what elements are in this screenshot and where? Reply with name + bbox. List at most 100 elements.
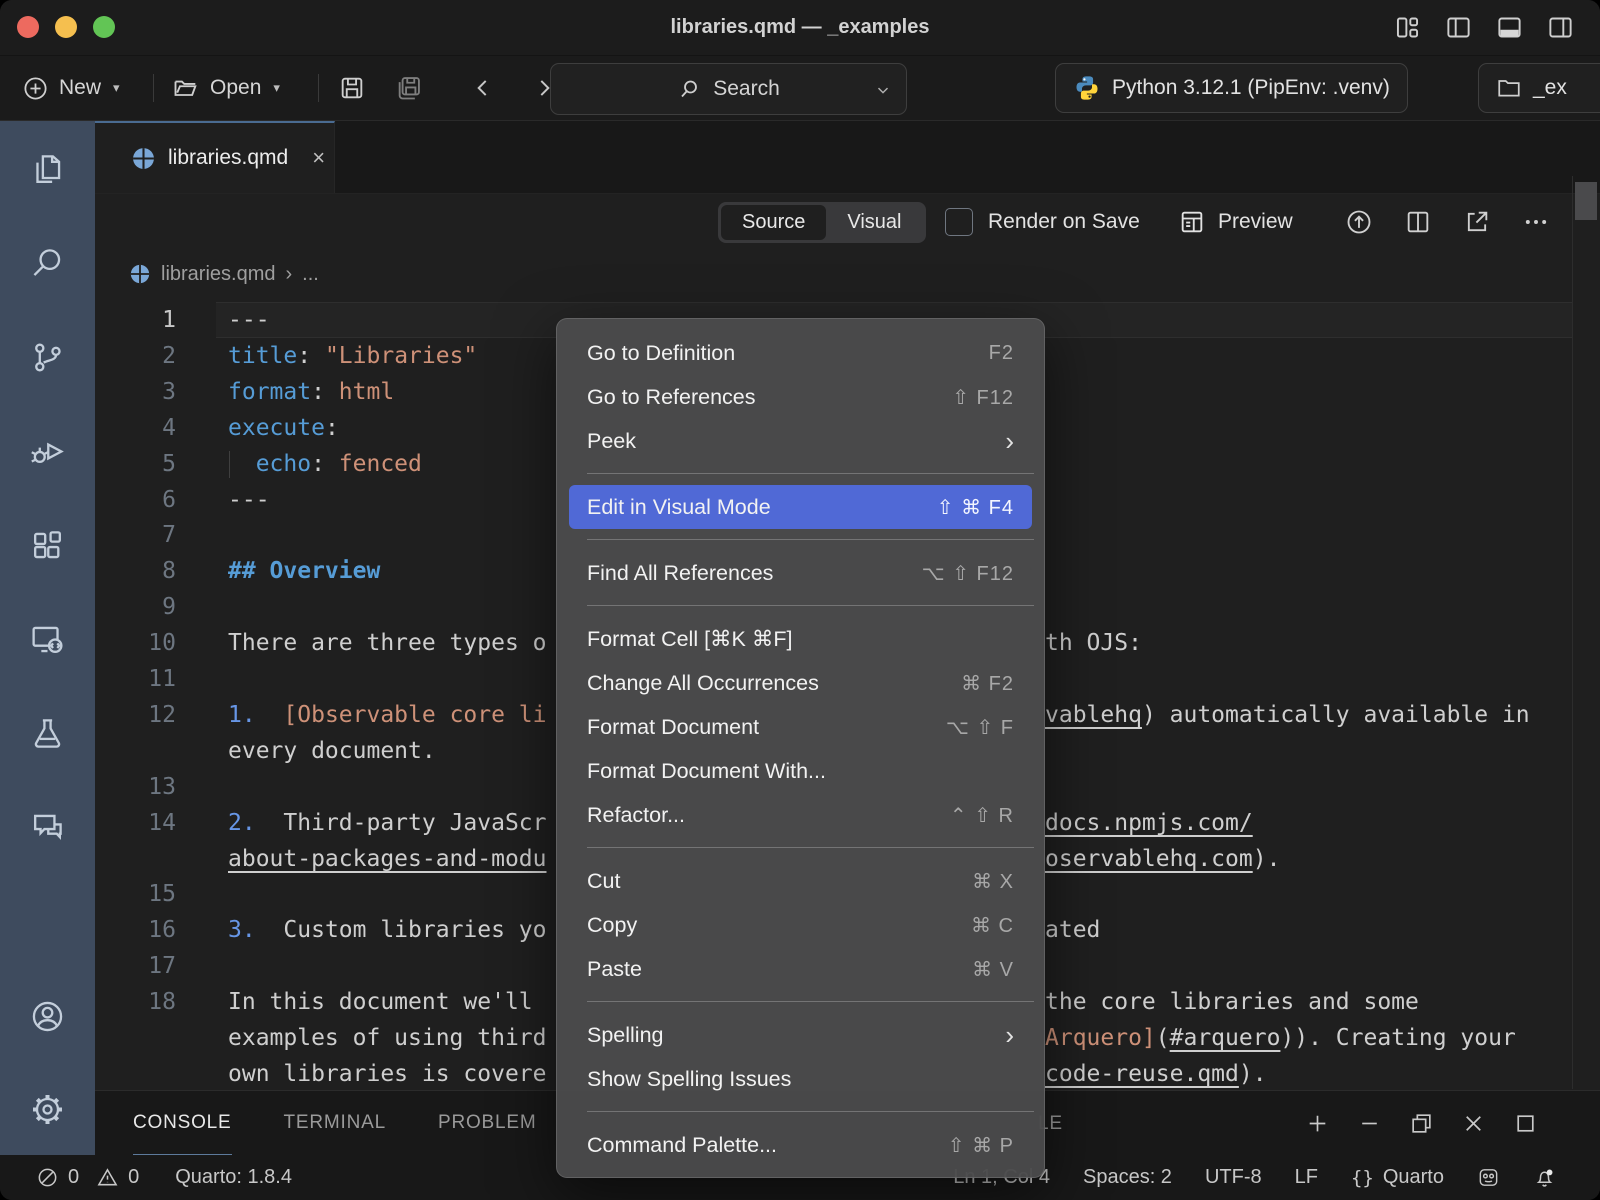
menu-item-label: Format Document With... — [587, 759, 826, 784]
menu-separator — [587, 847, 1034, 848]
save-button[interactable] — [338, 56, 366, 120]
toolbar-divider — [318, 74, 319, 102]
breadcrumb[interactable]: libraries.qmd › ... — [95, 251, 1600, 297]
notifications-bell-icon[interactable] — [1533, 1166, 1556, 1189]
menu-item-go-to-references[interactable]: Go to References⇧ F12 — [569, 375, 1032, 419]
save-icon — [338, 74, 366, 102]
customize-layout-icon[interactable] — [1394, 14, 1421, 41]
quarto-version[interactable]: Quarto: 1.8.4 — [175, 1166, 292, 1189]
comments-icon[interactable] — [24, 803, 72, 851]
settings-gear-icon[interactable] — [24, 1085, 72, 1133]
menu-item-spelling[interactable]: Spelling› — [569, 1013, 1032, 1057]
menu-item-format-document[interactable]: Format Document ⌥ ⇧ F — [569, 705, 1032, 749]
breadcrumb-more[interactable]: ... — [302, 263, 319, 286]
panel-plus-icon[interactable] — [1305, 1111, 1330, 1136]
extensions-icon[interactable] — [24, 521, 72, 569]
save-all-button[interactable] — [395, 56, 423, 120]
menu-item-label: Find All References — [587, 561, 773, 586]
menu-item-shortcut: ⌥ ⇧ F — [946, 715, 1014, 740]
error-count: 0 — [68, 1166, 79, 1189]
project-button[interactable]: _ex — [1478, 63, 1600, 113]
context-menu: Go to DefinitionF2Go to References⇧ F12P… — [556, 318, 1045, 1178]
activity-bar — [0, 121, 95, 1155]
menu-item-format-cell-k-f[interactable]: Format Cell [⌘K ⌘F] — [569, 617, 1032, 661]
menu-item-shortcut: ⌘ X — [972, 869, 1014, 894]
search-input[interactable]: Search — [550, 63, 907, 115]
open-button-label: Open — [210, 76, 261, 100]
menu-item-paste[interactable]: Paste⌘ V — [569, 947, 1032, 991]
menu-item-label: Show Spelling Issues — [587, 1067, 791, 1092]
status-item[interactable]: LF — [1295, 1166, 1318, 1189]
menu-item-shortcut: ⇧ ⌘ F4 — [937, 495, 1014, 520]
feedback-icon[interactable] — [1477, 1166, 1500, 1189]
menu-item-go-to-definition[interactable]: Go to DefinitionF2 — [569, 331, 1032, 375]
split-editor-icon[interactable] — [1404, 208, 1432, 236]
menu-item-cut[interactable]: Cut⌘ X — [569, 859, 1032, 903]
toolbar: New ▾ Open ▾ Search Python 3.12.1 — [0, 56, 1600, 121]
panel-restore-icon[interactable] — [1409, 1111, 1434, 1136]
python-logo-icon — [1073, 74, 1101, 102]
chevron-down-icon[interactable] — [874, 81, 892, 99]
new-button-label: New — [59, 76, 101, 100]
panel-tab-console[interactable]: CONSOLE — [133, 1091, 232, 1156]
menu-item-shortcut: ⌘ C — [971, 913, 1014, 938]
more-actions-icon[interactable] — [1522, 208, 1550, 236]
account-icon[interactable] — [24, 992, 72, 1040]
breadcrumb-file[interactable]: libraries.qmd — [161, 263, 275, 286]
menu-item-label: Command Palette... — [587, 1133, 777, 1158]
panel-minimize-icon[interactable] — [1357, 1111, 1382, 1136]
menu-item-refactor[interactable]: Refactor...⌃ ⇧ R — [569, 793, 1032, 837]
menu-item-label: Edit in Visual Mode — [587, 495, 771, 520]
language-mode[interactable]: {} Quarto — [1351, 1166, 1444, 1189]
visual-mode-button[interactable]: Visual — [826, 205, 922, 240]
panel-tab-terminal[interactable]: TERMINAL — [284, 1091, 386, 1156]
save-all-icon — [395, 74, 423, 102]
window-title: libraries.qmd — _examples — [0, 0, 1600, 55]
run-debug-icon[interactable] — [24, 427, 72, 475]
quarto-file-icon — [129, 263, 151, 285]
menu-item-find-all-references[interactable]: Find All References⌥ ⇧ F12 — [569, 551, 1032, 595]
menu-item-edit-in-visual-mode[interactable]: Edit in Visual Mode ⇧ ⌘ F4 — [569, 485, 1032, 529]
render-on-save-checkbox[interactable] — [945, 208, 973, 236]
toggle-panel-icon[interactable] — [1496, 14, 1523, 41]
navigate-back-button[interactable] — [470, 56, 496, 120]
search-placeholder: Search — [713, 77, 780, 101]
panel-tab-problem[interactable]: PROBLEM — [438, 1091, 537, 1156]
panel-maximize-icon[interactable] — [1513, 1111, 1538, 1136]
explorer-icon[interactable] — [24, 145, 72, 193]
toggle-primary-sidebar-icon[interactable] — [1445, 14, 1472, 41]
problems-status[interactable]: 0 0 — [36, 1166, 139, 1189]
menu-separator — [587, 1001, 1034, 1002]
app-window: libraries.qmd — _examples New ▾ Open ▾ — [0, 0, 1600, 1200]
menu-item-show-spelling-issues[interactable]: Show Spelling Issues — [569, 1057, 1032, 1101]
preview-icon — [1178, 208, 1206, 236]
menu-item-shortcut: ⌘ F2 — [961, 671, 1014, 696]
render-on-save-label: Render on Save — [988, 210, 1140, 234]
menu-item-change-all-occurrences[interactable]: Change All Occurrences⌘ F2 — [569, 661, 1032, 705]
source-control-icon[interactable] — [24, 333, 72, 381]
tab-libraries-qmd[interactable]: libraries.qmd × — [95, 121, 335, 193]
panel-close-icon[interactable] — [1461, 1111, 1486, 1136]
open-in-new-window-icon[interactable] — [1463, 208, 1491, 236]
open-button[interactable]: Open ▾ — [172, 56, 280, 120]
search-icon[interactable] — [24, 239, 72, 287]
status-item[interactable]: UTF-8 — [1205, 1166, 1262, 1189]
close-tab-icon[interactable]: × — [312, 145, 325, 171]
menu-item-shortcut: F2 — [989, 342, 1014, 365]
testing-icon[interactable] — [24, 709, 72, 757]
status-item[interactable]: Spaces: 2 — [1083, 1166, 1172, 1189]
menu-item-label: Format Document — [587, 715, 759, 740]
source-mode-button[interactable]: Source — [721, 205, 826, 240]
interpreter-selector[interactable]: Python 3.12.1 (PipEnv: .venv) — [1055, 63, 1408, 113]
preview-button[interactable]: Preview — [1178, 193, 1293, 251]
menu-item-peek[interactable]: Peek› — [569, 419, 1032, 463]
menu-separator — [587, 605, 1034, 606]
braces-icon: {} — [1351, 1167, 1374, 1189]
sessions-icon[interactable] — [24, 615, 72, 663]
new-button[interactable]: New ▾ — [22, 56, 120, 120]
toggle-secondary-sidebar-icon[interactable] — [1547, 14, 1574, 41]
publish-icon[interactable] — [1345, 208, 1373, 236]
menu-item-copy[interactable]: Copy⌘ C — [569, 903, 1032, 947]
menu-item-command-palette[interactable]: Command Palette...⇧ ⌘ P — [569, 1123, 1032, 1167]
menu-item-format-document-with[interactable]: Format Document With... — [569, 749, 1032, 793]
